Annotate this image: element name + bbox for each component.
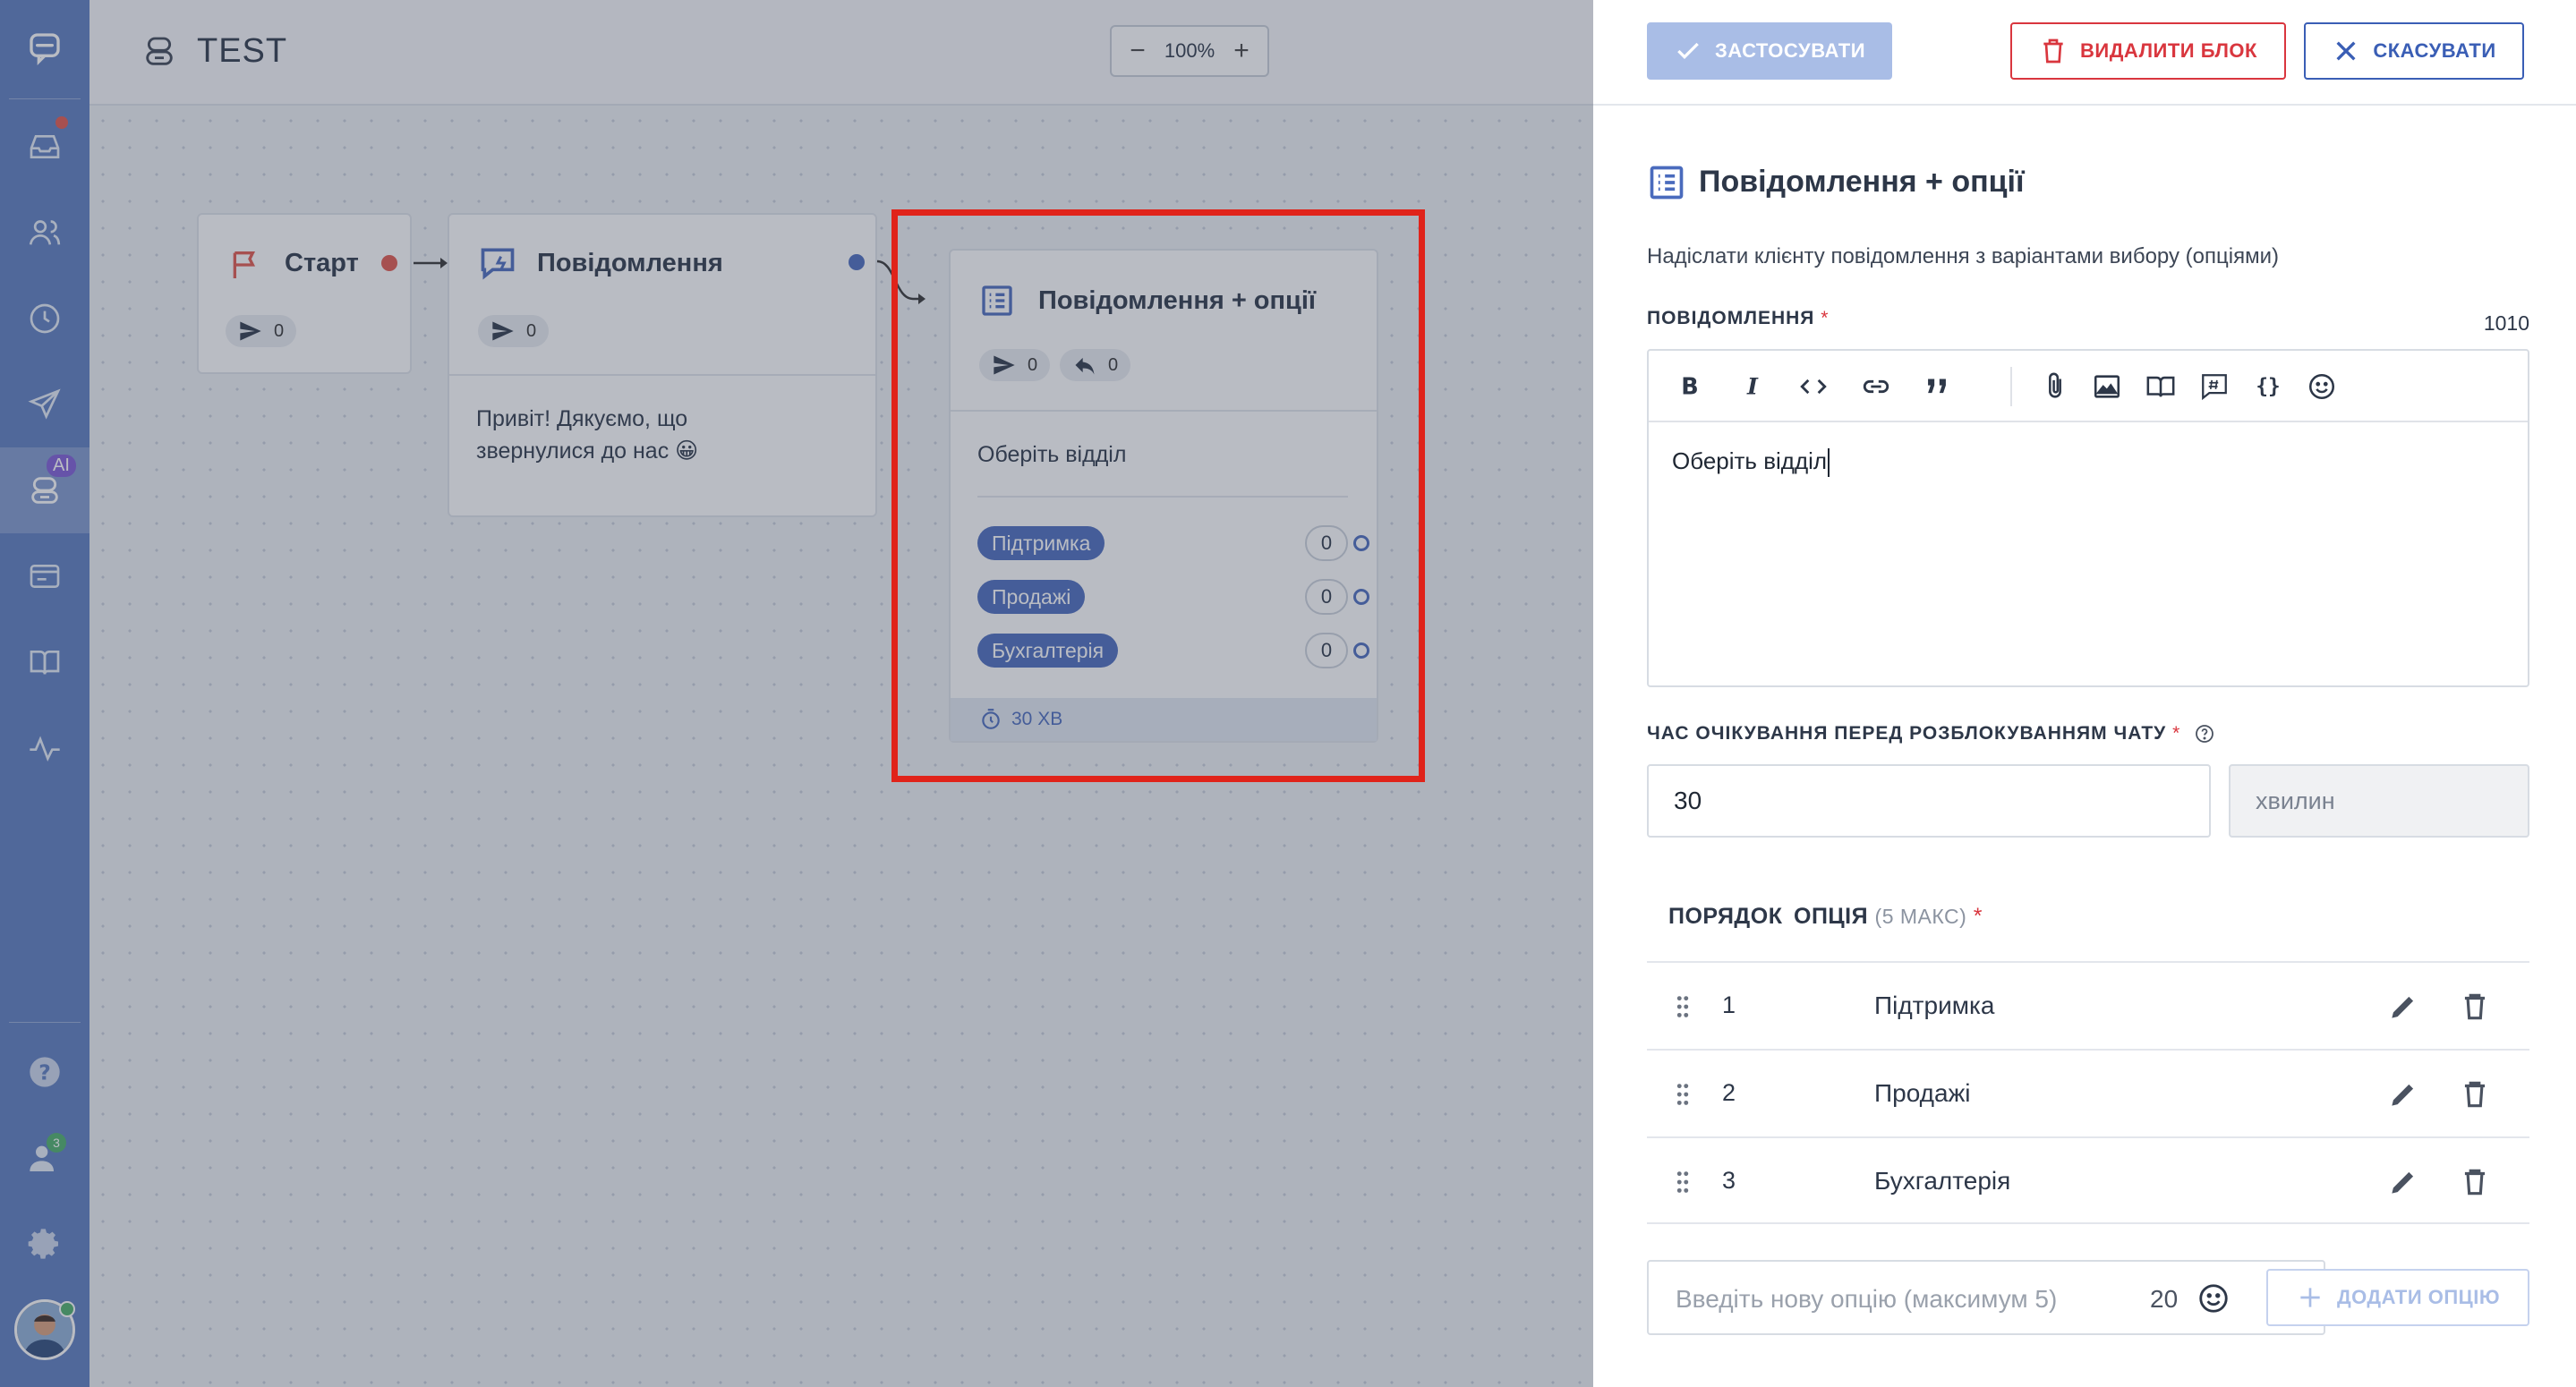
panel-description: Надіслати клієнту повідомлення з варіант… xyxy=(1647,244,2279,268)
cancel-button-label: СКАСУВАТИ xyxy=(2373,39,2496,62)
apply-button-label: ЗАСТОСУВАТИ xyxy=(1714,39,1866,62)
bold-icon[interactable]: B xyxy=(1672,369,1708,404)
option-header-note: (5 МАКС) xyxy=(1874,905,1967,928)
emoji-icon[interactable] xyxy=(2196,1281,2231,1315)
question-help-icon[interactable] xyxy=(2194,723,2215,745)
required-mark: * xyxy=(1821,308,1830,328)
svg-text:I: I xyxy=(1746,374,1759,401)
timeout-unit: хвилин xyxy=(2229,764,2529,838)
cancel-button[interactable]: СКАСУВАТИ xyxy=(2304,22,2524,80)
message-char-counter: 1010 xyxy=(2483,311,2529,335)
timeout-label-text: ЧАС ОЧІКУВАННЯ ПЕРЕД РОЗБЛОКУВАННЯМ ЧАТУ xyxy=(1647,723,2167,744)
add-option-button[interactable]: ДОДАТИ ОПЦІЮ xyxy=(2266,1269,2529,1326)
svg-text:{}: {} xyxy=(2256,375,2280,398)
option-label: Продажі xyxy=(1874,1079,1971,1107)
message-label-text: ПОВІДОМЛЕННЯ xyxy=(1647,308,1815,328)
option-header-text: ОПЦІЯ xyxy=(1794,904,1869,929)
italic-icon[interactable]: I xyxy=(1735,369,1770,404)
timeout-input[interactable]: 30 xyxy=(1647,764,2211,838)
option-column-header: ОПЦІЯ (5 МАКС) * xyxy=(1794,904,1983,930)
book-icon[interactable] xyxy=(2143,369,2179,404)
editor-toolbar: B I {} xyxy=(1649,351,2528,422)
image-icon[interactable] xyxy=(2089,369,2125,404)
attachment-icon[interactable] xyxy=(2037,369,2073,404)
option-row[interactable]: 2 Продажі xyxy=(1647,1049,2529,1136)
variables-braces-icon[interactable]: {} xyxy=(2250,369,2286,404)
option-label: Підтримка xyxy=(1874,991,1995,1019)
new-option-placeholder: Введіть нову опцію (максимум 5) xyxy=(1676,1285,2058,1313)
link-icon[interactable] xyxy=(1858,369,1894,404)
delete-block-button[interactable]: ВИДАЛИТИ БЛОК xyxy=(2010,22,2286,80)
plus-icon xyxy=(2300,1288,2320,1307)
option-order: 2 xyxy=(1722,1079,1736,1106)
delete-trash-icon[interactable] xyxy=(2458,1077,2492,1111)
new-option-counter: 20 xyxy=(2150,1285,2179,1313)
delete-trash-icon[interactable] xyxy=(2458,1165,2492,1199)
trash-icon xyxy=(2043,38,2063,64)
edit-pencil-icon[interactable] xyxy=(2386,1165,2420,1199)
option-order: 3 xyxy=(1722,1167,1736,1194)
message-label: ПОВІДОМЛЕННЯ * xyxy=(1647,308,1829,329)
panel-title: Повідомлення + опції xyxy=(1699,165,2025,199)
delete-block-label: ВИДАЛИТИ БЛОК xyxy=(2080,39,2257,62)
option-order: 1 xyxy=(1722,991,1736,1018)
new-option-input[interactable]: Введіть нову опцію (максимум 5) 20 xyxy=(1647,1260,2325,1335)
hashtag-note-icon[interactable] xyxy=(2196,369,2232,404)
drag-handle-icon[interactable] xyxy=(1674,1169,1692,1196)
check-icon xyxy=(1677,42,1699,60)
emoji-icon[interactable] xyxy=(2304,369,2340,404)
highlight-frame xyxy=(891,209,1425,782)
option-row[interactable]: 3 Бухгалтерія xyxy=(1647,1136,2529,1224)
text-caret xyxy=(1828,448,1830,478)
message-editor: B I {} Оберіть відділ xyxy=(1647,349,2529,687)
options-list-icon xyxy=(1650,166,1684,200)
message-editor-content[interactable]: Оберіть відділ xyxy=(1672,447,1830,478)
toolbar-separator xyxy=(2010,367,2012,406)
quote-icon[interactable] xyxy=(1919,369,1955,404)
required-mark: * xyxy=(1973,904,1983,929)
drag-handle-icon[interactable] xyxy=(1674,993,1692,1020)
edit-pencil-icon[interactable] xyxy=(2386,1077,2420,1111)
delete-trash-icon[interactable] xyxy=(2458,990,2492,1024)
order-column-header: ПОРЯДОК xyxy=(1668,904,1783,929)
svg-text:B: B xyxy=(1681,374,1698,401)
timeout-label: ЧАС ОЧІКУВАННЯ ПЕРЕД РОЗБЛОКУВАННЯМ ЧАТУ… xyxy=(1647,723,2215,745)
close-icon xyxy=(2336,41,2356,61)
code-icon[interactable] xyxy=(1796,369,1831,404)
option-row[interactable]: 1 Підтримка xyxy=(1647,961,2529,1049)
block-settings-panel: ЗАСТОСУВАТИ ВИДАЛИТИ БЛОК СКАСУВАТИ Пові… xyxy=(1593,0,2576,1387)
option-label: Бухгалтерія xyxy=(1874,1167,2011,1195)
message-editor-text: Оберіть відділ xyxy=(1672,447,1828,474)
apply-button[interactable]: ЗАСТОСУВАТИ xyxy=(1647,22,1892,80)
drag-handle-icon[interactable] xyxy=(1674,1081,1692,1108)
add-option-label: ДОДАТИ ОПЦІЮ xyxy=(2336,1286,2501,1308)
required-mark: * xyxy=(2172,723,2181,744)
edit-pencil-icon[interactable] xyxy=(2386,990,2420,1024)
